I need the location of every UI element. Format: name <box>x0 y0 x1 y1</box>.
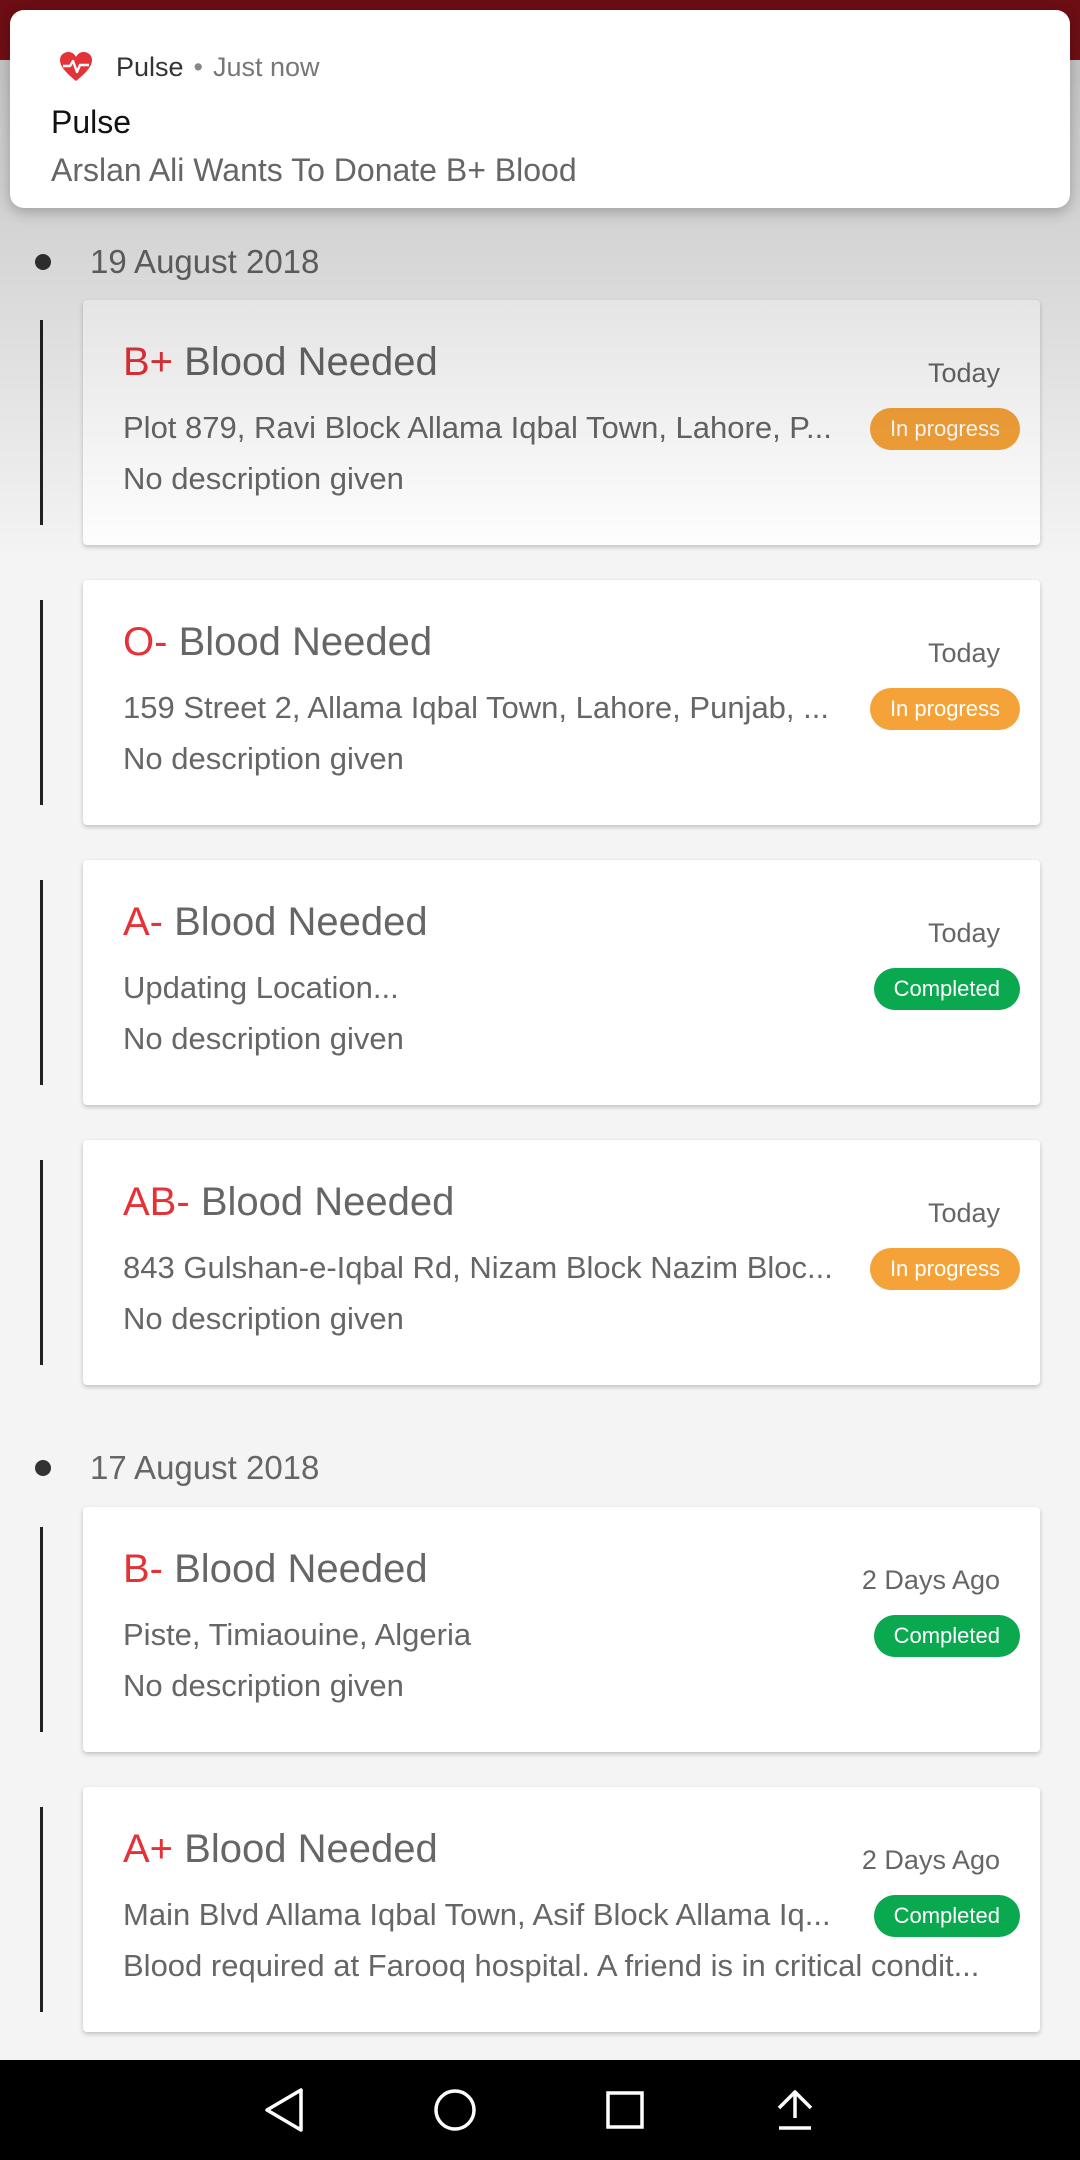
app-screen: 19 August 2018 B+ Blood Needed Today Plo… <box>0 0 1080 2160</box>
timeline-line <box>40 880 43 1085</box>
blood-type: O- <box>123 620 168 664</box>
system-nav-bar <box>0 2060 1080 2160</box>
request-time: 2 Days Ago <box>861 1565 1000 1595</box>
request-time: Today <box>927 638 1000 668</box>
request-card[interactable]: B+ Blood Needed Today Plot 879, Ravi Blo… <box>83 300 1040 545</box>
request-card[interactable]: AB- Blood Needed Today 843 Gulshan-e-Iqb… <box>83 1140 1040 1385</box>
status-badge: In progress <box>869 408 1020 450</box>
request-description: No description given <box>123 741 404 776</box>
title-suffix: Blood Needed <box>178 620 433 664</box>
blood-type: A+ <box>123 1827 174 1871</box>
request-description: No description given <box>123 1301 404 1336</box>
push-notification[interactable]: Pulse • Just now Pulse Arslan Ali Wants … <box>10 10 1070 208</box>
request-address: 159 Street 2, Allama Iqbal Town, Lahore,… <box>123 690 829 725</box>
request-address: Plot 879, Ravi Block Allama Iqbal Town, … <box>123 410 832 445</box>
notification-header: Pulse • Just now <box>54 40 320 94</box>
blood-type: A- <box>123 900 163 944</box>
title-suffix: Blood Needed <box>200 1180 455 1224</box>
notification-title: Pulse <box>51 104 132 140</box>
request-card[interactable]: O- Blood Needed Today 159 Street 2, Alla… <box>83 580 1040 825</box>
request-time: 2 Days Ago <box>861 1845 1000 1875</box>
timeline-line <box>40 600 43 805</box>
request-address: Piste, Timiaouine, Algeria <box>123 1617 472 1652</box>
date-label: 19 August 2018 <box>90 243 320 280</box>
title-suffix: Blood Needed <box>174 1547 428 1591</box>
notification-separator: • <box>193 51 203 82</box>
timeline-dot <box>35 1460 51 1476</box>
request-description: No description given <box>123 461 404 496</box>
request-title: AB- Blood Needed <box>123 1180 454 1225</box>
title-suffix: Blood Needed <box>174 900 428 944</box>
title-suffix: Blood Needed <box>184 340 438 384</box>
request-card[interactable]: B- Blood Needed 2 Days Ago Piste, Timiao… <box>83 1507 1040 1752</box>
request-title: B+ Blood Needed <box>123 340 438 385</box>
timeline-dot <box>35 254 51 270</box>
date-header: 17 August 2018 <box>0 1438 1080 1498</box>
timeline-line <box>40 1160 43 1365</box>
recents-icon[interactable] <box>595 2080 655 2140</box>
request-time: Today <box>927 358 1000 388</box>
date-header: 19 August 2018 <box>0 232 1080 292</box>
request-time: Today <box>927 918 1000 948</box>
request-card[interactable]: A+ Blood Needed 2 Days Ago Main Blvd All… <box>83 1787 1040 2032</box>
notification-body: Arslan Ali Wants To Donate B+ Blood <box>51 152 577 188</box>
heart-pulse-icon <box>54 45 98 89</box>
request-address: Main Blvd Allama Iqbal Town, Asif Block … <box>123 1897 831 1932</box>
back-icon[interactable] <box>255 2080 315 2140</box>
request-title: A+ Blood Needed <box>123 1827 438 1872</box>
request-time: Today <box>927 1198 1000 1228</box>
request-address: 843 Gulshan-e-Iqbal Rd, Nizam Block Nazi… <box>123 1250 833 1285</box>
date-label: 17 August 2018 <box>90 1449 320 1486</box>
request-title: A- Blood Needed <box>123 900 428 945</box>
share-icon[interactable] <box>765 2080 825 2140</box>
request-address: Updating Location... <box>123 970 399 1005</box>
status-badge: Completed <box>873 1615 1020 1657</box>
request-description: No description given <box>123 1021 404 1056</box>
status-badge: Completed <box>873 1895 1020 1937</box>
status-badge: In progress <box>869 688 1020 730</box>
blood-type: B- <box>123 1547 163 1591</box>
blood-type: B+ <box>123 340 174 384</box>
request-card[interactable]: A- Blood Needed Today Updating Location.… <box>83 860 1040 1105</box>
title-suffix: Blood Needed <box>184 1827 438 1871</box>
notification-time: Just now <box>213 51 320 82</box>
home-icon[interactable] <box>425 2080 485 2140</box>
request-description: Blood required at Farooq hospital. A fri… <box>123 1948 980 1983</box>
request-title: B- Blood Needed <box>123 1547 428 1592</box>
timeline-line <box>40 320 43 525</box>
timeline-line <box>40 1527 43 1732</box>
blood-type: AB- <box>123 1180 190 1224</box>
status-badge: Completed <box>873 968 1020 1010</box>
request-description: No description given <box>123 1668 404 1703</box>
notification-app-name: Pulse <box>116 51 184 82</box>
request-title: O- Blood Needed <box>123 620 432 665</box>
status-badge: In progress <box>869 1248 1020 1290</box>
timeline-line <box>40 1807 43 2012</box>
